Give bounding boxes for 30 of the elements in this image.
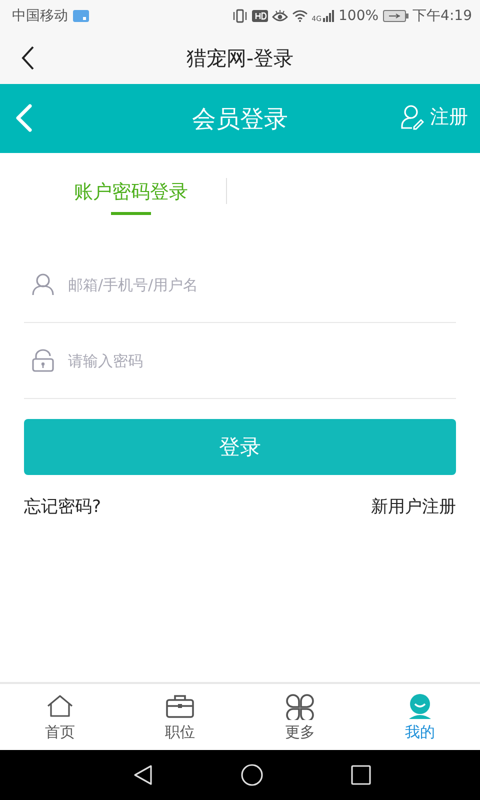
house-icon xyxy=(45,692,75,720)
notification-icon xyxy=(73,10,89,22)
signal-icon xyxy=(322,10,335,22)
forgot-password-link[interactable]: 忘记密码? xyxy=(24,495,102,518)
username-field[interactable]: 邮箱/手机号/用户名 xyxy=(68,270,456,300)
carrier-name: 中国移动 xyxy=(12,7,68,25)
briefcase-icon xyxy=(165,692,195,720)
square-icon[interactable] xyxy=(351,765,371,785)
nav-tab[interactable]: 职位 xyxy=(120,684,240,750)
clock-time: 下午4:19 xyxy=(412,7,472,25)
battery-percent: 100% xyxy=(338,8,379,24)
wifi-icon xyxy=(292,10,308,22)
vibrate-icon xyxy=(232,9,248,23)
home-circle-icon[interactable] xyxy=(241,764,263,786)
eye-icon xyxy=(272,10,288,22)
page-title: 猎宠网-登录 xyxy=(186,44,294,72)
header-title: 会员登录 xyxy=(192,104,288,134)
register-link[interactable]: 新用户注册 xyxy=(371,495,456,518)
hd-icon xyxy=(252,10,268,22)
nav-tab[interactable]: 首页 xyxy=(0,684,120,750)
user-icon xyxy=(32,273,54,296)
nav-tab[interactable]: 我的 xyxy=(360,684,480,750)
user-edit-icon xyxy=(400,104,424,130)
nav-tab[interactable]: 更多 xyxy=(240,684,360,750)
grid-icon xyxy=(285,692,315,720)
back-icon[interactable] xyxy=(20,45,36,71)
lock-icon xyxy=(32,349,54,372)
battery-icon xyxy=(382,10,409,22)
back-triangle-icon[interactable] xyxy=(133,764,153,786)
password-field[interactable]: 请输入密码 xyxy=(68,346,456,376)
